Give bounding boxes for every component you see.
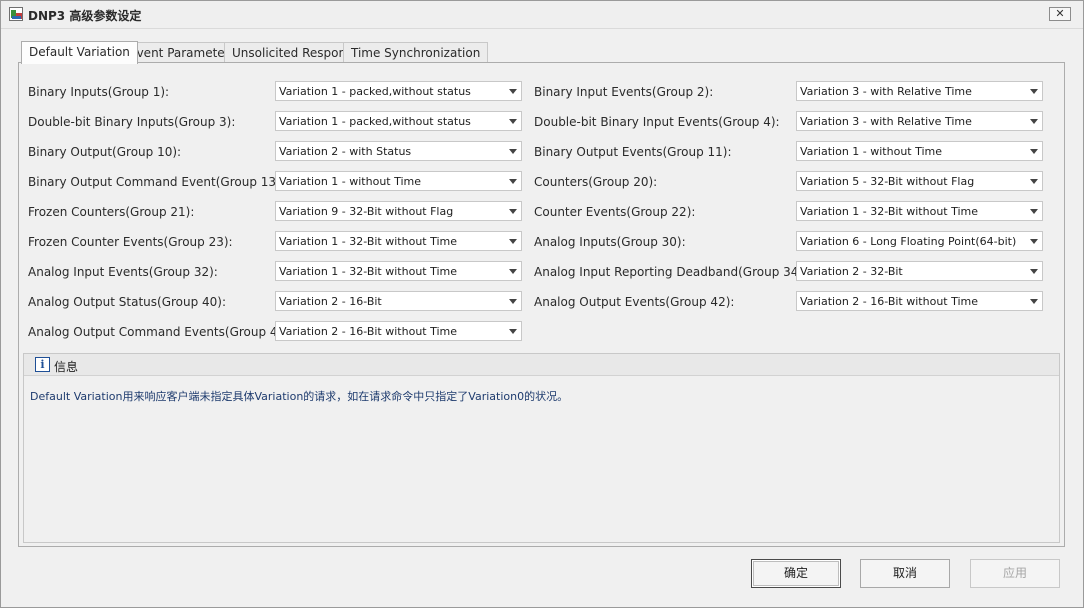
- binary-output-events-label: Binary Output Events(Group 11):: [534, 145, 732, 159]
- chevron-down-icon: [1030, 149, 1038, 154]
- binary-output-events-select[interactable]: Variation 1 - without Time: [796, 141, 1043, 161]
- frozen-counters-value: Variation 9 - 32-Bit without Flag: [279, 205, 454, 218]
- analog-input-reporting-deadband-select[interactable]: Variation 2 - 32-Bit: [796, 261, 1043, 281]
- counter-events-value: Variation 1 - 32-Bit without Time: [800, 205, 979, 218]
- info-icon: i: [35, 357, 50, 372]
- cancel-button[interactable]: 取消: [860, 559, 950, 588]
- binary-input-events-value: Variation 3 - with Relative Time: [800, 85, 972, 98]
- analog-output-events-select[interactable]: Variation 2 - 16-Bit without Time: [796, 291, 1043, 311]
- binary-output-value: Variation 2 - with Status: [279, 145, 412, 158]
- analog-inputs-label: Analog Inputs(Group 30):: [534, 235, 686, 249]
- window-title: DNP3 高级参数设定: [28, 9, 142, 23]
- binary-inputs-label: Binary Inputs(Group 1):: [28, 85, 170, 99]
- counters-label: Counters(Group 20):: [534, 175, 658, 189]
- frozen-counter-events-value: Variation 1 - 32-Bit without Time: [279, 235, 458, 248]
- app-icon: [9, 7, 23, 21]
- analog-inputs-select[interactable]: Variation 6 - Long Floating Point(64-bit…: [796, 231, 1043, 251]
- analog-output-status-select[interactable]: Variation 2 - 16-Bit: [275, 291, 522, 311]
- analog-input-events-label: Analog Input Events(Group 32):: [28, 265, 218, 279]
- chevron-down-icon: [1030, 239, 1038, 244]
- info-title: 信息: [54, 360, 79, 374]
- frozen-counters-select[interactable]: Variation 9 - 32-Bit without Flag: [275, 201, 522, 221]
- info-header: i 信息: [24, 354, 1059, 376]
- double-bit-binary-inputs-label: Double-bit Binary Inputs(Group 3):: [28, 115, 236, 129]
- binary-output-command-event-select[interactable]: Variation 1 - without Time: [275, 171, 522, 191]
- double-bit-binary-inputs-value: Variation 1 - packed,without status: [279, 115, 471, 128]
- frozen-counter-events-select[interactable]: Variation 1 - 32-Bit without Time: [275, 231, 522, 251]
- analog-input-reporting-deadband-value: Variation 2 - 32-Bit: [800, 265, 903, 278]
- binary-output-command-event-label: Binary Output Command Event(Group 13):: [28, 175, 285, 189]
- title-bar: DNP3 高级参数设定 ✕: [1, 1, 1083, 29]
- binary-output-events-value: Variation 1 - without Time: [800, 145, 943, 158]
- chevron-down-icon: [509, 209, 517, 214]
- apply-button[interactable]: 应用: [970, 559, 1060, 588]
- tab-default-variation[interactable]: Default Variation: [21, 41, 138, 64]
- info-panel: i 信息 Default Variation用来响应客户端未指定具体Variat…: [23, 353, 1060, 543]
- chevron-down-icon: [1030, 269, 1038, 274]
- chevron-down-icon: [509, 149, 517, 154]
- binary-input-events-select[interactable]: Variation 3 - with Relative Time: [796, 81, 1043, 101]
- binary-inputs-select[interactable]: Variation 1 - packed,without status: [275, 81, 522, 101]
- chevron-down-icon: [1030, 119, 1038, 124]
- analog-inputs-value: Variation 6 - Long Floating Point(64-bit…: [800, 235, 1017, 248]
- chevron-down-icon: [1030, 209, 1038, 214]
- close-button[interactable]: ✕: [1049, 7, 1071, 21]
- analog-output-events-label: Analog Output Events(Group 42):: [534, 295, 735, 309]
- analog-output-command-events-select[interactable]: Variation 2 - 16-Bit without Time: [275, 321, 522, 341]
- chevron-down-icon: [1030, 299, 1038, 304]
- chevron-down-icon: [509, 329, 517, 334]
- chevron-down-icon: [509, 89, 517, 94]
- analog-output-command-events-value: Variation 2 - 16-Bit without Time: [279, 325, 458, 338]
- ok-button[interactable]: 确定: [751, 559, 841, 588]
- counter-events-select[interactable]: Variation 1 - 32-Bit without Time: [796, 201, 1043, 221]
- analog-output-status-label: Analog Output Status(Group 40):: [28, 295, 227, 309]
- binary-output-command-event-value: Variation 1 - without Time: [279, 175, 422, 188]
- analog-input-events-value: Variation 1 - 32-Bit without Time: [279, 265, 458, 278]
- chevron-down-icon: [509, 269, 517, 274]
- binary-output-select[interactable]: Variation 2 - with Status: [275, 141, 522, 161]
- tab-time-synchronization[interactable]: Time Synchronization: [343, 42, 489, 63]
- chevron-down-icon: [509, 299, 517, 304]
- analog-output-command-events-label: Analog Output Command Events(Group 43):: [28, 325, 294, 339]
- dnp3-advanced-settings-dialog: DNP3 高级参数设定 ✕ Default Variation Event Pa…: [0, 0, 1084, 608]
- default-variation-panel: Binary Inputs(Group 1): Variation 1 - pa…: [18, 62, 1065, 547]
- double-bit-binary-input-events-value: Variation 3 - with Relative Time: [800, 115, 972, 128]
- double-bit-binary-input-events-label: Double-bit Binary Input Events(Group 4):: [534, 115, 780, 129]
- counters-value: Variation 5 - 32-Bit without Flag: [800, 175, 975, 188]
- counter-events-label: Counter Events(Group 22):: [534, 205, 696, 219]
- chevron-down-icon: [509, 239, 517, 244]
- chevron-down-icon: [1030, 179, 1038, 184]
- double-bit-binary-input-events-select[interactable]: Variation 3 - with Relative Time: [796, 111, 1043, 131]
- chevron-down-icon: [509, 179, 517, 184]
- frozen-counters-label: Frozen Counters(Group 21):: [28, 205, 195, 219]
- frozen-counter-events-label: Frozen Counter Events(Group 23):: [28, 235, 233, 249]
- chevron-down-icon: [509, 119, 517, 124]
- analog-output-events-value: Variation 2 - 16-Bit without Time: [800, 295, 979, 308]
- binary-output-label: Binary Output(Group 10):: [28, 145, 182, 159]
- info-description: Default Variation用来响应客户端未指定具体Variation的请…: [30, 390, 569, 403]
- double-bit-binary-inputs-select[interactable]: Variation 1 - packed,without status: [275, 111, 522, 131]
- analog-output-status-value: Variation 2 - 16-Bit: [279, 295, 382, 308]
- analog-input-events-select[interactable]: Variation 1 - 32-Bit without Time: [275, 261, 522, 281]
- chevron-down-icon: [1030, 89, 1038, 94]
- binary-inputs-value: Variation 1 - packed,without status: [279, 85, 471, 98]
- counters-select[interactable]: Variation 5 - 32-Bit without Flag: [796, 171, 1043, 191]
- analog-input-reporting-deadband-label: Analog Input Reporting Deadband(Group 34…: [534, 265, 808, 279]
- binary-input-events-label: Binary Input Events(Group 2):: [534, 85, 714, 99]
